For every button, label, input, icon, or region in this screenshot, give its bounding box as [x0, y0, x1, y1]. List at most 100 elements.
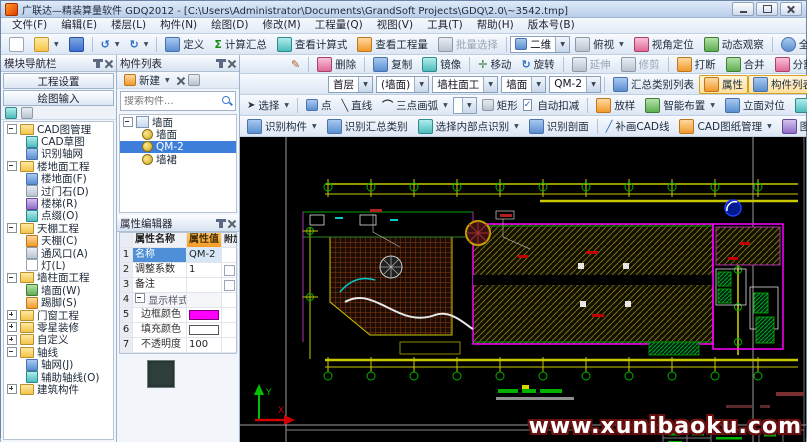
close-panel-icon[interactable] [227, 59, 236, 68]
smart-place-button[interactable]: 智能布置 [640, 96, 720, 115]
nav-item-cad-sketch[interactable]: CAD草图 [4, 135, 113, 147]
search-input[interactable] [121, 96, 221, 107]
delete-button[interactable]: 删除 [312, 55, 361, 74]
top-view-button[interactable]: 俯视 [570, 35, 629, 54]
view-locate-button[interactable]: 视角定位 [629, 35, 699, 54]
property-row-remark[interactable]: 3 备注 [120, 278, 236, 293]
minimize-button[interactable] [732, 2, 754, 16]
component-item[interactable]: 墙裙 [120, 153, 236, 165]
nav-item-wall-works[interactable]: 墙柱面工程 [4, 272, 113, 284]
menu-version[interactable]: 版本号(B) [521, 18, 582, 33]
layer-settings-button[interactable]: 图层设置 [777, 117, 807, 136]
nav-item-wall-finish[interactable]: 墙面(W) [4, 284, 113, 296]
identify-component-button[interactable]: 识别构件 [242, 117, 322, 136]
push-pull-button[interactable]: 推拉 [790, 96, 807, 115]
collapse-icon[interactable] [7, 273, 17, 283]
open-file-button[interactable] [29, 35, 64, 54]
extend-button[interactable]: 延伸 [567, 55, 616, 74]
menu-edit[interactable]: 编辑(E) [54, 18, 104, 33]
combo-arrow-icon[interactable] [358, 77, 372, 92]
combo-arrow-icon[interactable] [555, 37, 569, 52]
property-row-fill-color[interactable]: 6 填充颜色 [120, 323, 236, 338]
cad-drawing-manager-button[interactable]: CAD图纸管理 [674, 117, 776, 136]
menu-quantity[interactable]: 工程量(Q) [308, 18, 370, 33]
cad-canvas[interactable]: Y X www.xunibaoku.com [240, 137, 806, 442]
collapse-icon[interactable] [123, 117, 133, 127]
tab-project-settings[interactable]: 工程设置 [3, 73, 114, 89]
group-combobox[interactable]: (墙面) [376, 76, 429, 93]
delete-component-icon[interactable] [176, 76, 185, 85]
nav-item-grid[interactable]: 轴网(J) [4, 358, 113, 370]
expand-icon[interactable] [7, 310, 17, 320]
summary-list-button[interactable]: 汇总类别列表 [608, 75, 699, 94]
menu-view[interactable]: 视图(V) [370, 18, 420, 33]
select-button[interactable]: ➤选择 [242, 96, 294, 115]
menu-modify[interactable]: 修改(M) [255, 18, 307, 33]
nav-item-misc-decor[interactable]: 零星装修 [4, 321, 113, 333]
category-combobox[interactable]: 墙柱面工 [432, 76, 498, 93]
collapse-icon[interactable] [7, 347, 17, 357]
property-row-opacity[interactable]: 7 不透明度 100 [120, 338, 236, 353]
component-list-button[interactable]: 构件列表 [748, 75, 807, 94]
nav-item-aux-axis[interactable]: 辅助轴线(O) [4, 371, 113, 383]
property-row-display-style[interactable]: 4 显示样式 [120, 293, 236, 308]
expand-all-icon[interactable] [5, 107, 17, 119]
menu-help[interactable]: 帮助(H) [470, 18, 521, 33]
expand-icon[interactable] [7, 322, 17, 332]
nav-item-axis[interactable]: 轴线 [4, 346, 113, 358]
maximize-button[interactable] [756, 2, 778, 16]
collapse-icon[interactable] [135, 293, 145, 303]
calc-summary-button[interactable]: Σ计算汇总 [209, 35, 272, 54]
nav-item-floor-works[interactable]: 楼地面工程 [4, 160, 113, 172]
patch-cad-line-button[interactable]: ╱补画CAD线 [601, 117, 675, 136]
close-panel-icon[interactable] [227, 219, 236, 228]
combo-arrow-icon[interactable] [531, 77, 545, 92]
rotate-button[interactable]: ↻旋转 [516, 55, 559, 74]
identify-summary-button[interactable]: 识别汇总类别 [322, 117, 413, 136]
mirror-button[interactable]: 镜像 [417, 55, 466, 74]
combo-arrow-icon[interactable] [414, 77, 428, 92]
close-panel-icon[interactable] [104, 59, 113, 68]
combo-arrow-icon[interactable] [586, 77, 600, 92]
auto-deduct-checkbox[interactable]: ✓ [523, 99, 533, 111]
rectangle-button[interactable]: 矩形 [477, 96, 523, 115]
material-preview-thumbnail[interactable] [147, 360, 175, 388]
expand-icon[interactable] [7, 384, 17, 394]
nav-item-ceiling-works[interactable]: 天棚工程 [4, 222, 113, 234]
loft-button[interactable]: 放样 [591, 96, 640, 115]
properties-button[interactable]: 属性 [699, 75, 748, 94]
menu-draw[interactable]: 绘图(D) [204, 18, 255, 33]
combo-arrow-icon[interactable] [462, 98, 476, 113]
menu-tools[interactable]: 工具(T) [420, 18, 470, 33]
nav-item-vent[interactable]: 通风口(A) [4, 247, 113, 259]
orbit-button[interactable]: 动态观察 [699, 35, 769, 54]
fill-color-swatch[interactable] [189, 325, 219, 335]
nav-item-identify-grid[interactable]: 识别轴网 [4, 148, 113, 160]
tab-draw-input[interactable]: 绘图输入 [3, 90, 114, 106]
nav-item-ceiling[interactable]: 天棚(C) [4, 235, 113, 247]
search-icon[interactable] [221, 95, 233, 107]
nav-item-skirting[interactable]: 踢脚(S) [4, 296, 113, 308]
nav-item-accent[interactable]: 点缀(O) [4, 210, 113, 222]
arc-3pt-button[interactable]: ⌒三点画弧 [377, 96, 453, 115]
component-combobox[interactable]: QM-2 [549, 76, 601, 93]
nav-item-stairs[interactable]: 楼梯(R) [4, 197, 113, 209]
batch-select-button[interactable]: 批量选择 [433, 35, 503, 54]
property-row-name[interactable]: 1 名称 QM-2 [120, 248, 236, 263]
property-row-border-color[interactable]: 5 边框颜色 [120, 308, 236, 323]
undo-button[interactable]: ↺ [96, 36, 125, 53]
draw-mode-combobox[interactable] [453, 97, 477, 114]
nav-item-floor[interactable]: 楼地面(F) [4, 173, 113, 185]
floor-combobox[interactable]: 首层 [328, 76, 373, 93]
point-button[interactable]: 点 [301, 96, 337, 115]
define-button[interactable]: 定义 [160, 35, 209, 54]
property-row-coefficient[interactable]: 2 调整系数 1 [120, 263, 236, 278]
split-button[interactable]: 分割 [770, 55, 807, 74]
combo-arrow-icon[interactable] [483, 77, 497, 92]
collapse-icon[interactable] [7, 161, 17, 171]
auto-deduct-label[interactable]: 自动扣减 [532, 96, 584, 115]
expand-icon[interactable] [7, 335, 17, 345]
new-file-button[interactable] [4, 35, 29, 54]
menu-component[interactable]: 构件(N) [153, 18, 204, 33]
redo-button[interactable]: ↻ [124, 36, 153, 53]
